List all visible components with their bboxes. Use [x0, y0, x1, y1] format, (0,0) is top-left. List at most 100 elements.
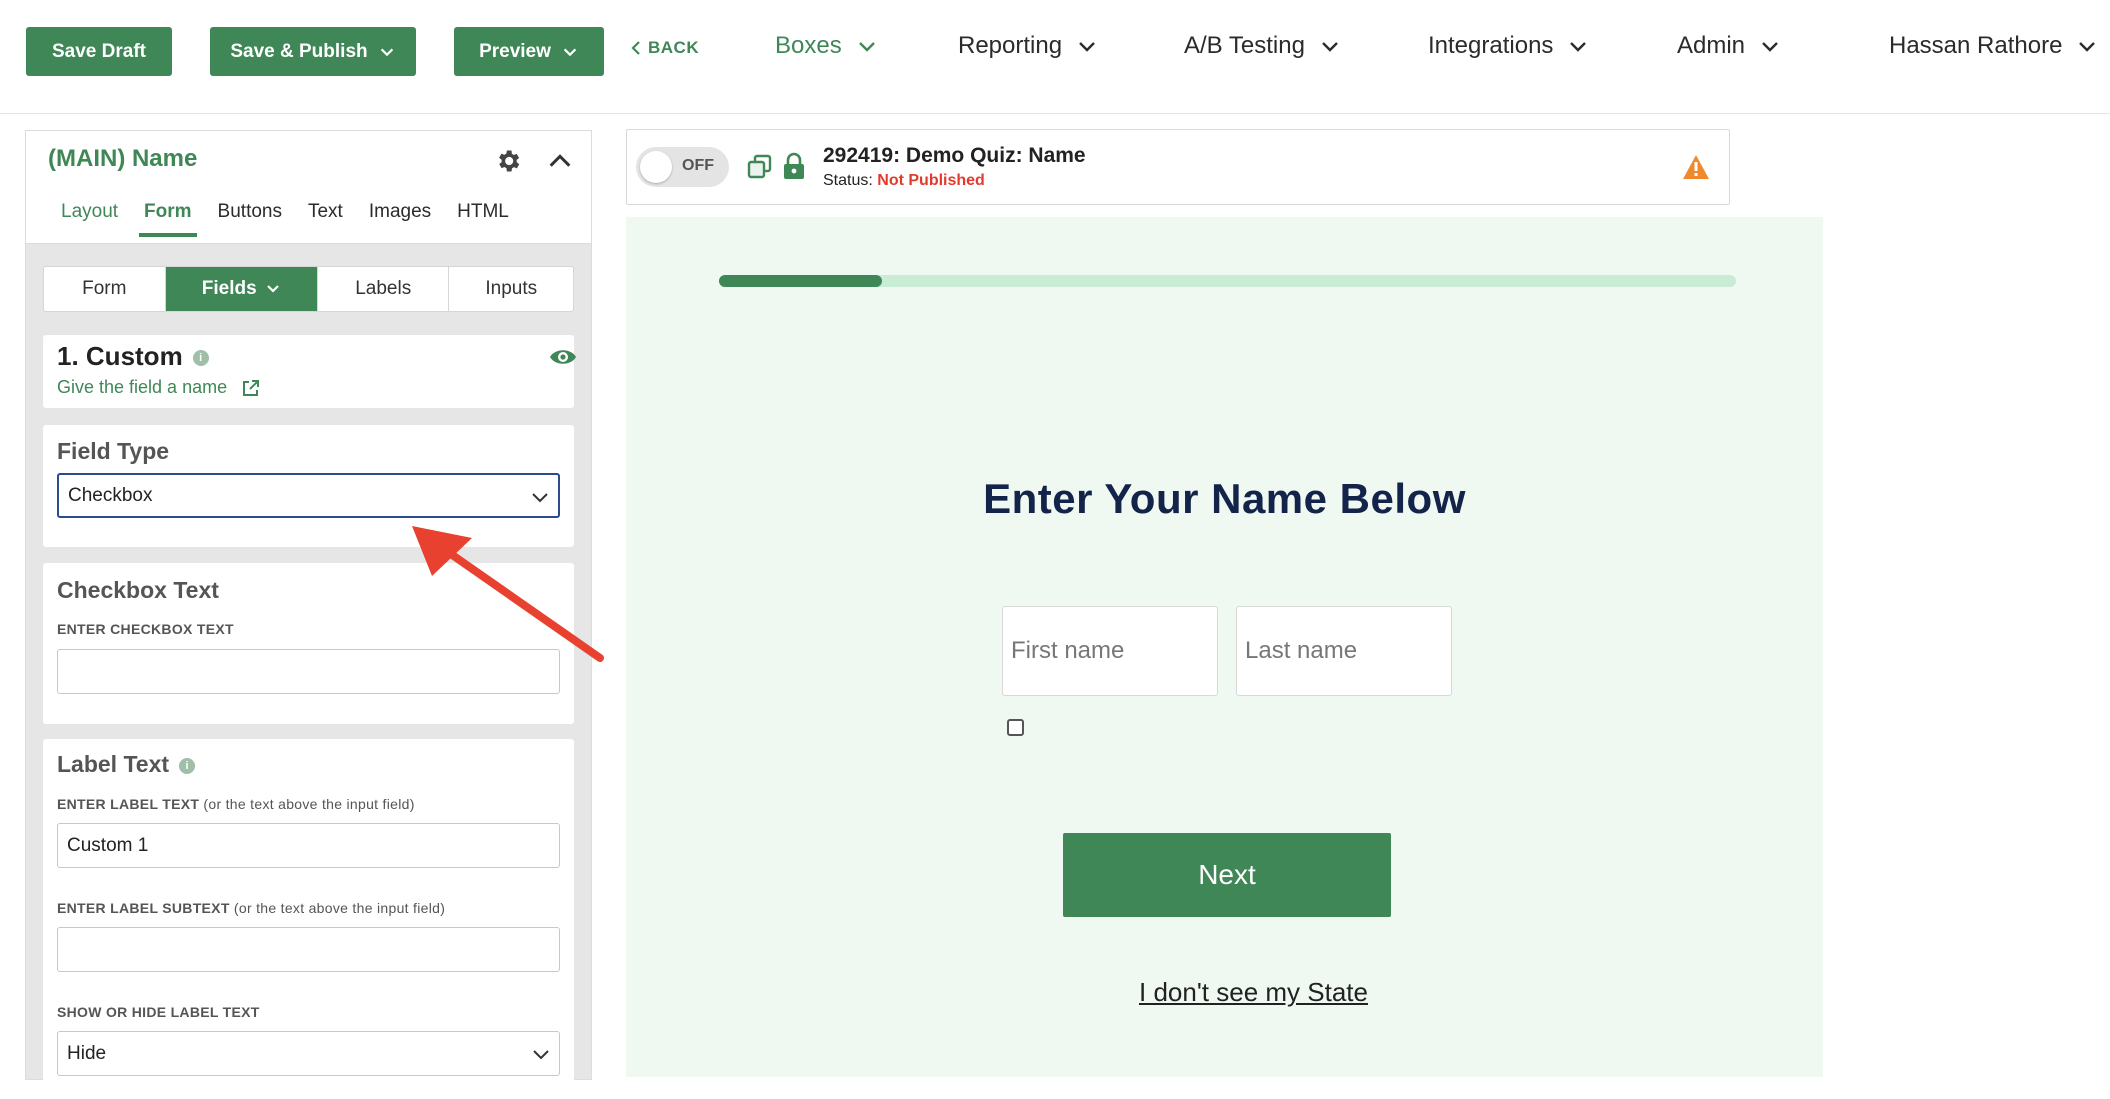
- tab-form[interactable]: Form: [131, 201, 205, 237]
- info-icon[interactable]: i: [192, 350, 209, 367]
- label-text-card: Label Text i ENTER LABEL TEXT (or the tex…: [43, 739, 574, 1099]
- field-type-select[interactable]: Checkbox: [57, 473, 560, 518]
- label-text-caption-note: (or the text above the input field): [203, 796, 415, 812]
- checkbox-text-card: Checkbox Text ENTER CHECKBOX TEXT: [43, 563, 574, 724]
- label-subtext-caption: ENTER LABEL SUBTEXT (or the text above t…: [57, 900, 445, 916]
- quiz-status-bar: OFF 292419: Demo Quiz: Name Status: Not …: [626, 129, 1730, 205]
- nav-admin-label: Admin: [1677, 32, 1746, 59]
- label-text-heading: Label Text: [57, 751, 170, 777]
- subtab-fields[interactable]: Fields: [165, 267, 318, 311]
- quiz-preview: Enter Your Name Below First name Last na…: [626, 217, 1823, 1077]
- tab-text[interactable]: Text: [295, 201, 356, 237]
- show-hide-caption: SHOW OR HIDE LABEL TEXT: [57, 1004, 260, 1020]
- lock-icon[interactable]: [782, 152, 806, 180]
- checkbox-text-heading: Checkbox Text: [57, 577, 219, 603]
- nav-ab-testing[interactable]: A/B Testing: [1184, 32, 1341, 60]
- subtab-fields-label: Fields: [201, 278, 257, 299]
- panel-title: (MAIN) Name: [48, 145, 198, 172]
- chevron-up-icon[interactable]: [546, 147, 574, 175]
- chevron-down-icon: [563, 48, 577, 56]
- chevron-down-icon: [532, 493, 548, 503]
- field-title: 1. Custom: [57, 341, 183, 371]
- chevron-down-icon: [2079, 42, 2096, 52]
- field-type-card: Field Type Checkbox: [43, 425, 574, 547]
- editor-panel: (MAIN) Name Layout Form Buttons Text Ima…: [25, 130, 592, 1099]
- rename-field-link[interactable]: Give the field a name: [57, 377, 261, 398]
- label-text-caption: ENTER LABEL TEXT (or the text above the …: [57, 796, 415, 812]
- state-link-label: I don't see my State: [1139, 977, 1368, 1007]
- nav-reporting[interactable]: Reporting: [958, 32, 1098, 60]
- toggle-label: OFF: [682, 157, 714, 174]
- label-text-heading-row: Label Text i: [57, 751, 196, 778]
- preview-heading: Enter Your Name Below: [983, 475, 1466, 522]
- subtab-inputs[interactable]: Inputs: [449, 267, 573, 311]
- nav-ab-testing-label: A/B Testing: [1184, 32, 1305, 59]
- show-hide-select[interactable]: Hide: [57, 1031, 560, 1076]
- save-publish-label: Save & Publish: [230, 40, 368, 62]
- nav-admin[interactable]: Admin: [1677, 32, 1781, 60]
- chevron-down-icon: [533, 1050, 549, 1060]
- nav-user-menu[interactable]: Hassan Rathore: [1889, 32, 2098, 60]
- editor-panel-header: (MAIN) Name Layout Form Buttons Text Ima…: [26, 131, 591, 244]
- progress-fill: [719, 275, 882, 287]
- top-toolbar: Save Draft Save & Publish Preview BACK B…: [0, 0, 2110, 114]
- chevron-down-icon: [1762, 42, 1778, 52]
- save-publish-button[interactable]: Save & Publish: [210, 27, 416, 76]
- label-subtext-caption-note: (or the text above the input field): [233, 900, 446, 916]
- back-link[interactable]: BACK: [630, 38, 699, 58]
- tab-layout[interactable]: Layout: [48, 201, 131, 237]
- next-button[interactable]: Next: [1063, 833, 1391, 917]
- tab-buttons[interactable]: Buttons: [205, 201, 295, 237]
- show-hide-value: Hide: [67, 1042, 107, 1064]
- copy-icon[interactable]: [747, 154, 773, 180]
- save-draft-label: Save Draft: [52, 40, 146, 62]
- label-subtext-input[interactable]: [57, 927, 560, 972]
- checkbox-text-caption: ENTER CHECKBOX TEXT: [57, 621, 234, 637]
- chevron-down-icon: [1322, 42, 1338, 52]
- nav-boxes[interactable]: Boxes: [775, 32, 878, 60]
- label-text-input[interactable]: Custom 1: [57, 823, 560, 868]
- eye-icon[interactable]: [549, 347, 577, 367]
- progress-bar: [719, 275, 1736, 287]
- preview-checkbox[interactable]: [1007, 719, 1024, 736]
- first-name-input[interactable]: First name: [1002, 606, 1218, 696]
- publish-toggle[interactable]: OFF: [636, 147, 729, 187]
- state-link[interactable]: I don't see my State: [626, 977, 1881, 1008]
- rename-field-label: Give the field a name: [57, 377, 228, 397]
- subtab-labels[interactable]: Labels: [318, 267, 450, 311]
- preview-button[interactable]: Preview: [454, 27, 604, 76]
- panel-tabs: Layout Form Buttons Text Images HTML: [48, 201, 522, 237]
- external-link-icon: [243, 379, 260, 396]
- nav-reporting-label: Reporting: [958, 32, 1063, 59]
- info-icon[interactable]: i: [179, 757, 196, 774]
- field-title-row: 1. Custom i: [57, 341, 209, 372]
- back-label: BACK: [648, 38, 700, 57]
- status-value: Not Published: [877, 172, 985, 189]
- label-text-caption-main: ENTER LABEL TEXT: [57, 796, 200, 812]
- subtab-form[interactable]: Form: [44, 267, 166, 311]
- label-subtext-caption-main: ENTER LABEL SUBTEXT: [57, 900, 230, 916]
- preview-label: Preview: [479, 40, 551, 62]
- chevron-down-icon: [1570, 42, 1587, 52]
- save-draft-button[interactable]: Save Draft: [26, 27, 172, 76]
- chevron-down-icon: [1079, 42, 1095, 52]
- last-name-input[interactable]: Last name: [1236, 606, 1452, 696]
- field-card: 1. Custom i Give the field a name: [43, 335, 577, 408]
- chevron-left-icon: [631, 41, 640, 55]
- checkbox-text-input[interactable]: [57, 649, 560, 694]
- tab-html[interactable]: HTML: [444, 201, 522, 237]
- warning-icon[interactable]: [1682, 154, 1710, 180]
- nav-integrations-label: Integrations: [1428, 32, 1554, 59]
- status-label: Status:: [823, 172, 873, 189]
- field-type-heading: Field Type: [57, 438, 170, 464]
- subtab-bar: Form Fields Labels Inputs: [43, 266, 574, 312]
- nav-boxes-label: Boxes: [775, 32, 842, 59]
- nav-integrations[interactable]: Integrations: [1428, 32, 1589, 60]
- chevron-down-icon: [266, 285, 279, 293]
- chevron-down-icon: [380, 48, 393, 56]
- gear-icon[interactable]: [494, 147, 522, 175]
- quiz-status: Status: Not Published: [823, 172, 985, 190]
- tab-images[interactable]: Images: [356, 201, 444, 237]
- chevron-down-icon: [858, 42, 875, 52]
- field-type-value: Checkbox: [68, 484, 153, 506]
